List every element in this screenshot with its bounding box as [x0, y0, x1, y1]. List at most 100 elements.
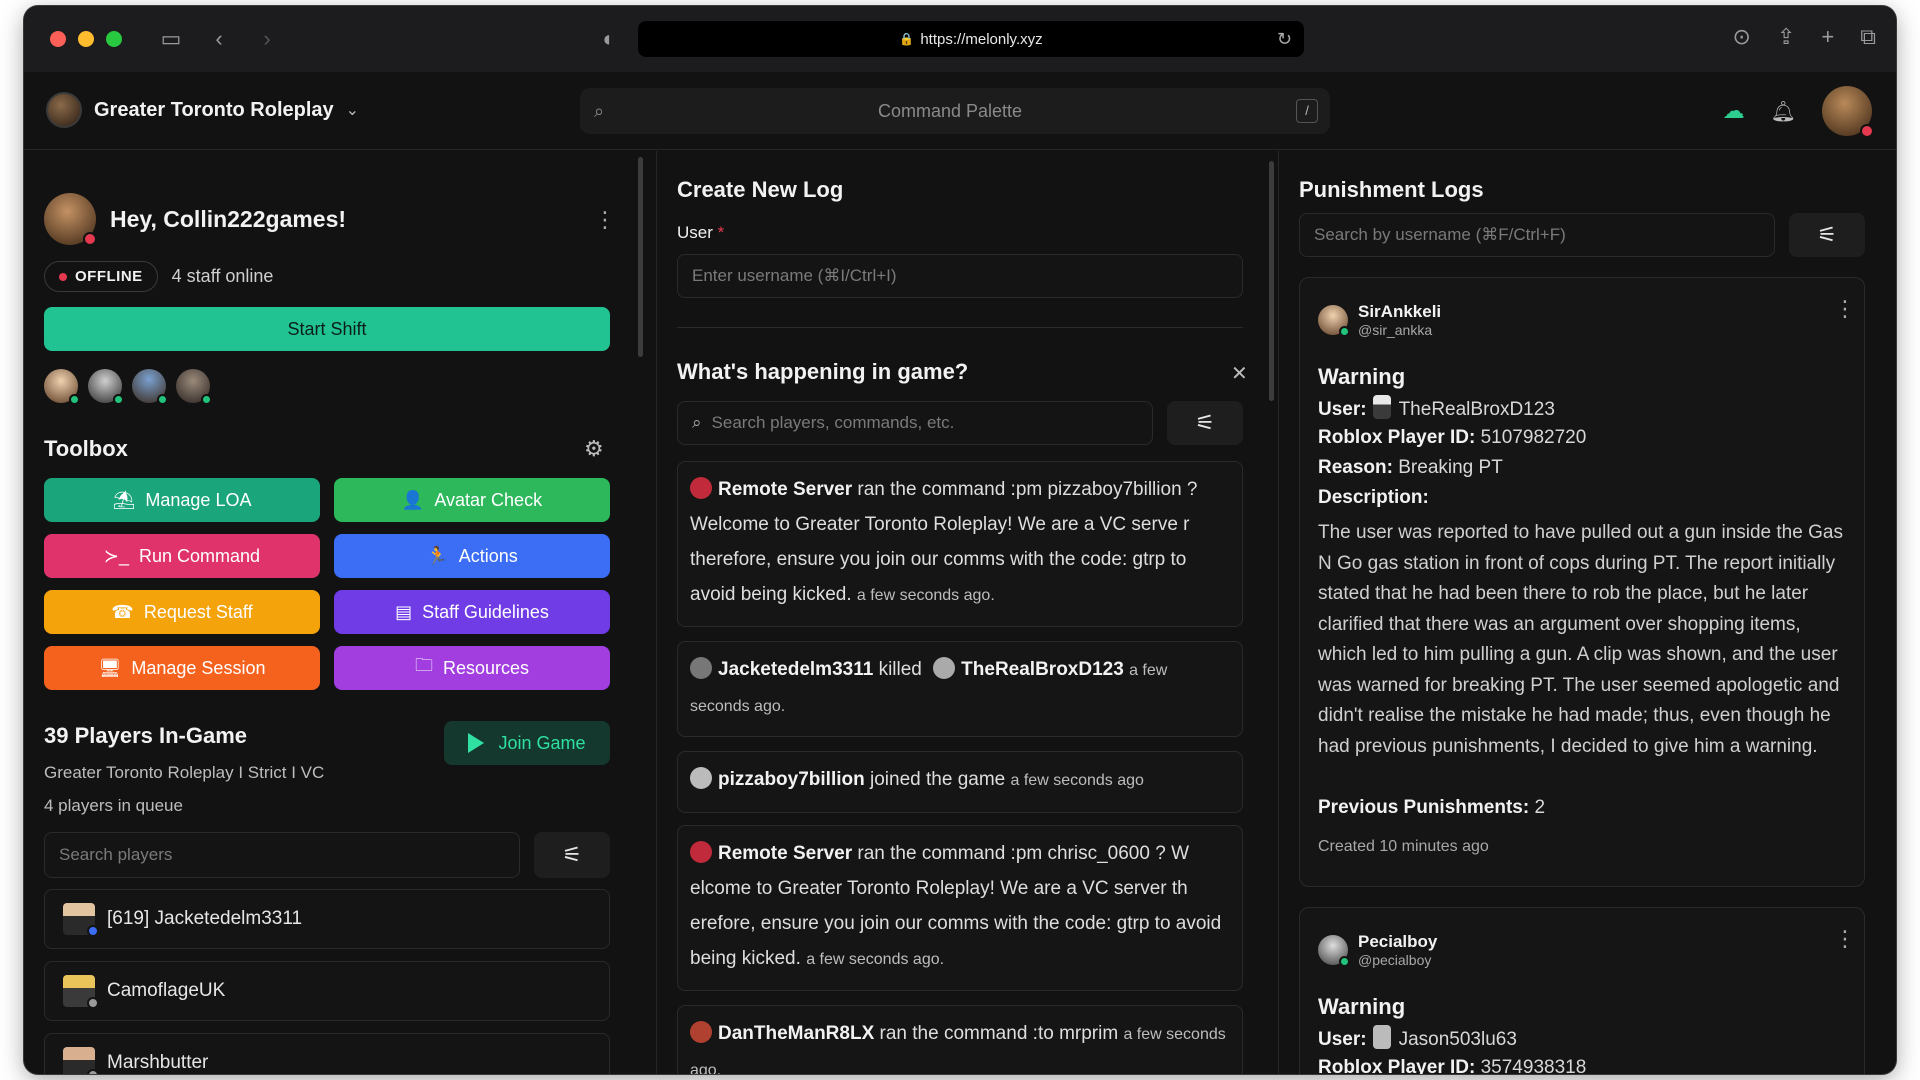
- toolbox-button-run-command[interactable]: ≻_ Run Command: [44, 534, 320, 578]
- online-staff-list: [44, 369, 212, 405]
- punishment-type: Warning: [1318, 994, 1406, 1019]
- toolbox-button-actions[interactable]: 🏃 Actions: [334, 534, 610, 578]
- toolbox-label: Avatar Check: [434, 489, 543, 510]
- punishment-logs-title: Punishment Logs: [1299, 177, 1484, 202]
- server-icon: [690, 477, 712, 499]
- staff-avatar[interactable]: [176, 369, 212, 405]
- shortcut-hint: /: [1296, 99, 1318, 123]
- toolbox-button-staff-guidelines[interactable]: ▤ Staff Guidelines: [334, 590, 610, 634]
- avatar: [44, 193, 97, 246]
- punishment-description: The user was reported to have pulled out…: [1318, 522, 1843, 757]
- toolbox-label: Actions: [458, 545, 518, 566]
- user-field-label: User *: [677, 223, 725, 242]
- toolbox-button-request-staff[interactable]: ☎ Request Staff: [44, 590, 320, 634]
- scrollbar[interactable]: [1269, 161, 1274, 401]
- feed-item: Jacketedelm3311 killed TheRealBroxD123 a…: [677, 641, 1243, 737]
- toolbox-label: Resources: [442, 657, 530, 678]
- punishment-logs-panel: Punishment Logs Search by username (⌘F/C…: [1278, 151, 1896, 1074]
- moderator-name: SirAnkkeli: [1358, 302, 1442, 321]
- download-icon[interactable]: ⊙: [1733, 24, 1751, 50]
- server-name: Greater Toronto Roleplay: [94, 98, 334, 121]
- filter-icon[interactable]: ⚟: [534, 832, 610, 878]
- staff-avatar[interactable]: [88, 369, 124, 405]
- toolbox-grid: ⛱ Manage LOA 👤 Avatar Check ≻_ Run Command 🏃 Ac…: [44, 478, 610, 690]
- server-icon: [690, 841, 712, 863]
- share-icon[interactable]: ⇪: [1777, 24, 1795, 50]
- user-avatar-icon: [1372, 1025, 1391, 1049]
- more-options-icon[interactable]: ⋮: [1834, 298, 1856, 320]
- staff-avatar[interactable]: [44, 369, 80, 405]
- filter-icon[interactable]: ⚟: [1167, 401, 1243, 445]
- toolbox-button-manage-loa[interactable]: ⛱ Manage LOA: [44, 478, 320, 522]
- toolbox-label: Request Staff: [143, 601, 253, 622]
- punishment-search-input[interactable]: Search by username (⌘F/Ctrl+F): [1299, 213, 1775, 257]
- punishment-log-card: Pecialboy @pecialboy ⋮ Warning User: Jaso…: [1299, 907, 1865, 1074]
- server-subtitle: Greater Toronto Roleplay I Strict I VC: [44, 763, 325, 782]
- roblox-player-id: Roblox Player ID: 5107982720: [1318, 427, 1587, 448]
- more-options-icon[interactable]: ⋮: [1834, 928, 1856, 950]
- moderator-avatar: [1318, 935, 1350, 967]
- more-options-icon[interactable]: ⋮: [594, 209, 616, 231]
- app-header: Greater Toronto Roleplay ⌄ ⌕ Command Pal…: [24, 72, 1896, 150]
- player-row[interactable]: CamoflageUK: [44, 961, 610, 1021]
- player-avatar: [63, 1047, 99, 1074]
- player-avatar: [690, 1021, 712, 1043]
- players-count-title: 39 Players In-Game: [44, 723, 248, 748]
- start-shift-button[interactable]: Start Shift: [44, 307, 610, 351]
- punishment-log-card: SirAnkkeli @sir_ankka ⋮ Warning User: The…: [1299, 277, 1865, 887]
- status-badge[interactable]: OFFLINE: [44, 261, 158, 292]
- toolbox-label: Run Command: [139, 545, 261, 566]
- play-icon: [468, 733, 485, 753]
- punished-user: User: Jason503lu63: [1318, 1025, 1517, 1051]
- maximize-window-button[interactable]: [106, 31, 122, 47]
- join-game-button[interactable]: Join Game: [444, 721, 610, 765]
- status-dot: [83, 232, 97, 246]
- toolbox-button-manage-session[interactable]: 🖥 Manage Session: [44, 646, 320, 690]
- feed-search-input[interactable]: ⌕ Search players, commands, etc.: [677, 401, 1153, 445]
- happening-title: What's happening in game?: [677, 359, 969, 384]
- player-avatar: [63, 975, 99, 1009]
- player-avatar: [63, 903, 99, 937]
- back-icon[interactable]: ‹: [204, 26, 234, 52]
- username-input[interactable]: Enter username (⌘I/Ctrl+I): [677, 254, 1243, 298]
- toolbox-button-avatar-check[interactable]: 👤 Avatar Check: [334, 478, 610, 522]
- queue-count: 4 players in queue: [44, 796, 183, 815]
- server-switcher[interactable]: Greater Toronto Roleplay ⌄: [46, 92, 359, 128]
- shield-icon[interactable]: ◐: [594, 26, 624, 52]
- feed-item: pizzaboy7billion joined the game a few s…: [677, 751, 1243, 813]
- player-avatar: [690, 767, 712, 789]
- sidebar-toggle-icon[interactable]: ▭: [156, 26, 186, 52]
- moderator-name: Pecialboy: [1358, 932, 1438, 951]
- command-palette[interactable]: ⌕ Command Palette /: [580, 88, 1330, 134]
- toolbox-button-resources[interactable]: 🗀 Resources: [334, 646, 610, 690]
- gear-icon[interactable]: ⚙: [584, 436, 604, 462]
- divider: [677, 327, 1243, 328]
- toolbox-icon: ▤: [395, 601, 413, 622]
- search-players-input[interactable]: Search players: [44, 832, 520, 878]
- cloud-sync-icon[interactable]: ☁: [1723, 98, 1745, 124]
- bell-icon[interactable]: 🔔︎: [1771, 99, 1796, 124]
- new-tab-icon[interactable]: +: [1821, 24, 1834, 50]
- staff-avatar[interactable]: [132, 369, 168, 405]
- punishment-reason: Reason: Breaking PT: [1318, 457, 1503, 478]
- reload-icon[interactable]: ↻: [1277, 29, 1292, 50]
- create-log-title: Create New Log: [677, 177, 844, 202]
- moderator-handle: @sir_ankka: [1358, 322, 1433, 338]
- close-window-button[interactable]: [50, 31, 66, 47]
- minimize-window-button[interactable]: [78, 31, 94, 47]
- player-row[interactable]: [619] Jacketedelm3311: [44, 889, 610, 949]
- forward-icon[interactable]: ›: [252, 26, 282, 52]
- filter-icon[interactable]: ⚟: [1789, 213, 1865, 257]
- player-avatar: [933, 657, 956, 679]
- user-avatar[interactable]: [1822, 86, 1874, 138]
- tabs-overview-icon[interactable]: ⧉: [1860, 24, 1876, 50]
- close-icon[interactable]: ✕: [1231, 361, 1248, 386]
- scrollbar[interactable]: [638, 157, 643, 357]
- feed-item: Remote Server ran the command :pm chrisc…: [677, 825, 1243, 991]
- logs-panel: Create New Log User * Enter username (⌘I…: [656, 151, 1286, 1074]
- search-icon: ⌕: [594, 100, 605, 121]
- player-row[interactable]: Marshbutter: [44, 1033, 610, 1074]
- moderator-avatar: [1318, 305, 1350, 337]
- user-avatar-icon: [1372, 395, 1391, 419]
- address-bar[interactable]: 🔒 https://melonly.xyz ↻: [638, 21, 1304, 57]
